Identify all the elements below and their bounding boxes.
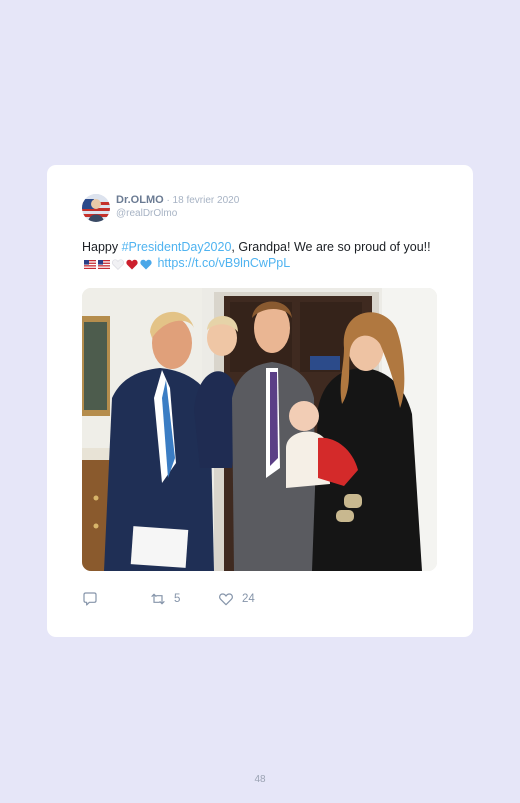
white-heart-icon: [112, 258, 124, 270]
author-name-line: Dr.OLMO · 18 fevrier 2020: [116, 194, 239, 206]
hashtag-link[interactable]: #PresidentDay2020: [122, 240, 232, 254]
blue-heart-icon: [140, 259, 152, 269]
us-flag-icon: [98, 259, 110, 269]
tweet-url-link[interactable]: https://t.co/vB9lnCwPpL: [157, 256, 290, 270]
author-handle[interactable]: @realDrOlmo: [116, 208, 177, 219]
tweet-text: Happy #PresidentDay2020, Grandpa! We are…: [82, 240, 432, 271]
like-action[interactable]: 24: [218, 591, 255, 607]
reply-action[interactable]: [82, 591, 106, 607]
tweet-text-end: , Grandpa! We are so proud of you!!: [231, 240, 431, 254]
family-photo: [82, 288, 437, 571]
tweet-date: · 18 fevrier 2020: [163, 195, 240, 206]
tweet-actions: 5 24: [82, 591, 442, 609]
page-number: 48: [254, 774, 266, 785]
us-flag-icon: [84, 259, 96, 269]
retweet-action[interactable]: 5: [150, 591, 180, 607]
retweet-icon: [151, 593, 165, 605]
tweet-text-start: Happy: [82, 240, 122, 254]
tweet-photo[interactable]: [82, 288, 437, 571]
retweet-count: 5: [174, 593, 181, 605]
emoji-row: [84, 258, 152, 270]
heart-icon: [219, 593, 233, 606]
red-heart-icon: [126, 259, 138, 269]
like-count: 24: [242, 593, 255, 605]
tweet-card: Dr.OLMO · 18 fevrier 2020 @realDrOlmo Ha…: [47, 165, 473, 637]
reply-icon: [83, 592, 97, 606]
author-avatar[interactable]: [82, 194, 110, 222]
avatar-image: [82, 194, 110, 222]
author-name[interactable]: Dr.OLMO: [116, 194, 164, 206]
